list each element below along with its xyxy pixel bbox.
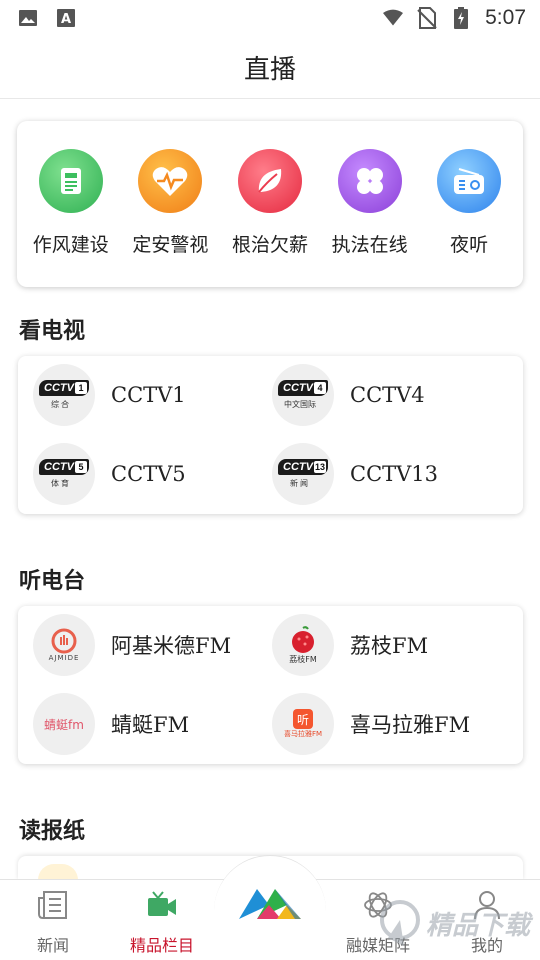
quick-link-label: 定安警视 xyxy=(132,234,209,256)
user-icon xyxy=(472,890,502,924)
radio-item-qingting[interactable]: 蜻蜓fm 蜻蜓FM xyxy=(33,693,189,755)
nav-label: 新闻 xyxy=(36,936,69,955)
quick-link-yeting[interactable]: 夜听 xyxy=(421,121,517,287)
cctv1-logo: CCTV 1 综合 xyxy=(33,364,95,426)
tv-item-cctv13[interactable]: CCTV 13 新闻 CCTV13 xyxy=(272,443,438,505)
nav-item-mine[interactable]: 我的 xyxy=(442,890,532,956)
cctv13-logo: CCTV 13 新闻 xyxy=(272,443,334,505)
app-logo-icon xyxy=(237,883,303,927)
qingting-logo: 蜻蜓fm xyxy=(33,693,95,755)
tv-item-label: CCTV5 xyxy=(111,462,186,486)
radio-section-title: 听电台 xyxy=(19,568,86,594)
screen: A 5:07 直播 作风建设 定安警视 根治欠薪 执法在线 夜听 看电视 CCT… xyxy=(0,0,540,960)
heartbeat-icon xyxy=(138,149,203,213)
quick-link-zhifa[interactable]: 执法在线 xyxy=(322,121,418,287)
document-icon xyxy=(38,149,103,213)
quick-link-label: 作风建设 xyxy=(32,234,109,256)
nav-label: 精品栏目 xyxy=(129,936,194,955)
quick-link-label: 夜听 xyxy=(450,234,489,256)
tv-item-label: CCTV1 xyxy=(111,383,186,407)
tv-item-cctv5[interactable]: CCTV 5 体育 CCTV5 xyxy=(33,443,186,505)
nav-item-matrix[interactable]: 融媒矩阵 xyxy=(333,890,423,956)
cctv5-logo: CCTV 5 体育 xyxy=(33,443,95,505)
image-notification-icon xyxy=(18,8,38,28)
radio-item-ajmide[interactable]: AJMIDE 阿基米德FM xyxy=(33,614,231,676)
radio-item-ximalaya[interactable]: 听 喜马拉雅FM 喜马拉雅FM xyxy=(272,693,470,755)
status-bar: A 5:07 xyxy=(0,0,540,36)
tv-list-card: CCTV 1 综合 CCTV1 CCTV 4 中文国际 CCTV4 CCTV 5 体育 CC… xyxy=(18,356,523,514)
nav-item-programs[interactable]: 精品栏目 xyxy=(117,890,207,956)
radio-item-label: 阿基米德FM xyxy=(111,634,232,658)
quick-link-label: 根治欠薪 xyxy=(231,234,308,256)
radio-item-label: 荔枝FM xyxy=(350,634,429,658)
radio-icon xyxy=(437,149,502,213)
radio-item-label: 喜马拉雅FM xyxy=(350,713,471,737)
lizhi-logo: 荔枝FM xyxy=(272,614,334,676)
svg-text:听: 听 xyxy=(297,713,309,727)
radio-list-card: AJMIDE 阿基米德FM 荔枝FM 荔枝FM 蜻蜓fm 蜻蜓FM 听 喜马拉雅… xyxy=(18,606,523,764)
tv-item-label: CCTV4 xyxy=(350,383,425,407)
title-bar: 直播 xyxy=(0,36,540,99)
center-home-button[interactable] xyxy=(232,880,308,930)
wifi-icon xyxy=(383,8,404,28)
nav-item-news[interactable]: 新闻 xyxy=(8,890,98,956)
nav-label: 融媒矩阵 xyxy=(345,936,410,955)
battery-charging-icon xyxy=(451,7,471,29)
nav-label: 我的 xyxy=(470,936,503,955)
quick-link-zuofeng[interactable]: 作风建设 xyxy=(23,121,119,287)
clock: 5:07 xyxy=(485,6,526,29)
quick-links-card: 作风建设 定安警视 根治欠薪 执法在线 夜听 xyxy=(17,121,523,287)
radio-item-label: 蜻蜓FM xyxy=(111,713,190,737)
quick-link-dingan[interactable]: 定安警视 xyxy=(122,121,218,287)
news-icon xyxy=(37,890,69,924)
quick-link-label: 执法在线 xyxy=(331,234,408,256)
newspaper-section-title: 读报纸 xyxy=(19,818,86,844)
newspaper-item-peek[interactable] xyxy=(38,864,78,880)
font-notification-icon: A xyxy=(56,8,76,28)
tv-item-cctv1[interactable]: CCTV 1 综合 CCTV1 xyxy=(33,364,186,426)
tv-section-title: 看电视 xyxy=(19,318,86,344)
page-title: 直播 xyxy=(243,54,296,85)
radio-item-lizhi[interactable]: 荔枝FM 荔枝FM xyxy=(272,614,428,676)
ajmide-logo: AJMIDE xyxy=(33,614,95,676)
cctv4-logo: CCTV 4 中文国际 xyxy=(272,364,334,426)
no-sim-icon xyxy=(417,7,437,29)
quick-link-genzhi[interactable]: 根治欠薪 xyxy=(222,121,318,287)
tv-item-label: CCTV13 xyxy=(350,462,439,486)
svg-text:A: A xyxy=(61,12,71,27)
tv-item-cctv4[interactable]: CCTV 4 中文国际 CCTV4 xyxy=(272,364,425,426)
atom-icon xyxy=(362,890,394,924)
video-icon xyxy=(145,890,179,924)
leaf-icon xyxy=(237,149,302,213)
ximalaya-logo: 听 喜马拉雅FM xyxy=(272,693,334,755)
clover-icon xyxy=(337,149,402,213)
